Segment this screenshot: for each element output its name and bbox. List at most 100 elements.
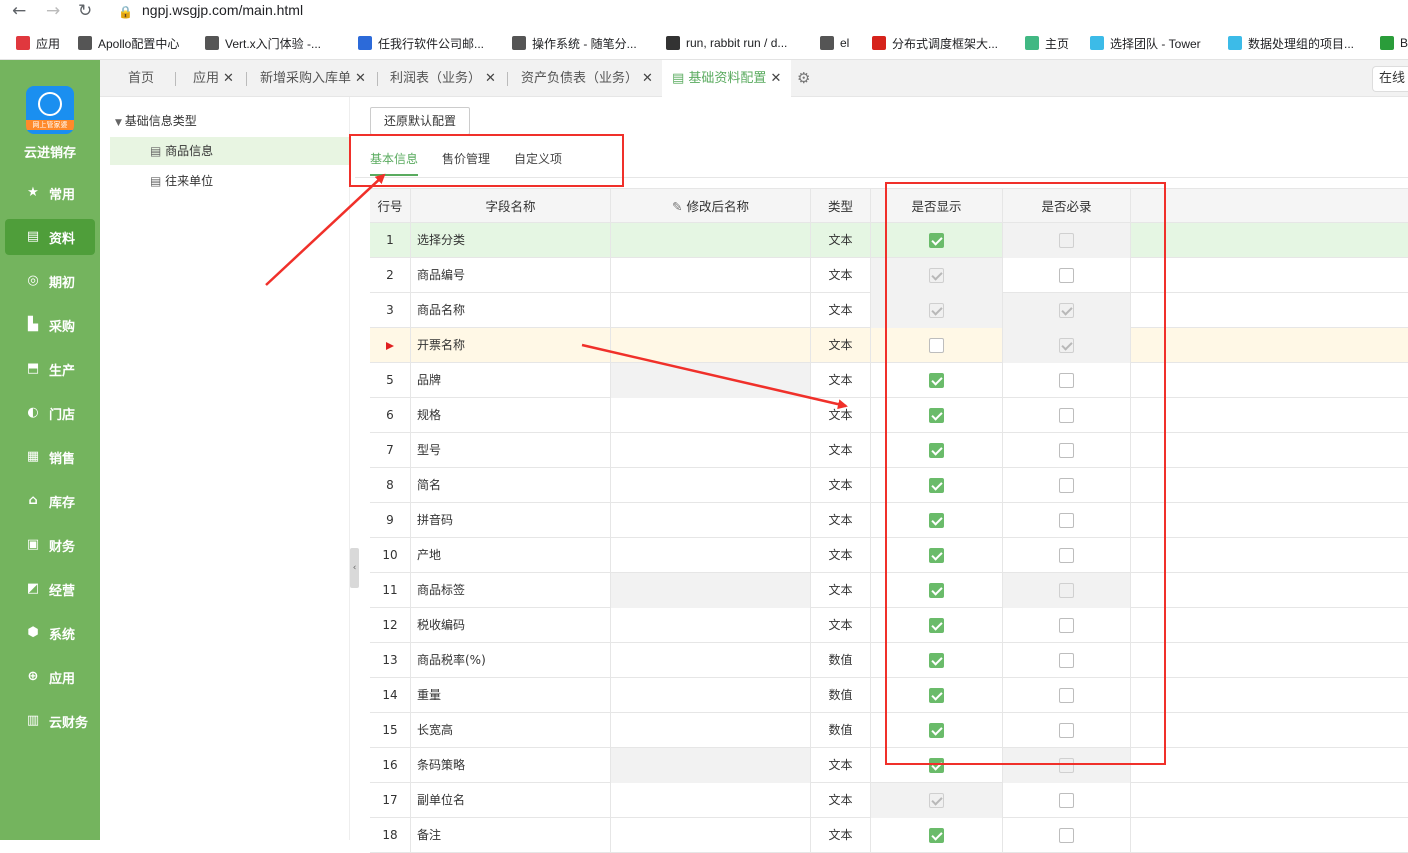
- reload-icon[interactable]: ↻: [78, 1, 92, 21]
- renamed-cell[interactable]: [611, 818, 811, 853]
- tree-item-product-info[interactable]: ▤ 商品信息: [110, 137, 350, 165]
- cube-icon: [38, 92, 62, 116]
- close-icon[interactable]: ✕: [355, 71, 366, 86]
- tab-settings-gear-icon[interactable]: ⚙: [797, 60, 810, 97]
- star-icon: ★: [27, 185, 39, 200]
- sidebar-item-12[interactable]: ▥ 云财务: [5, 703, 95, 739]
- renamed-cell[interactable]: [611, 678, 811, 713]
- sidebar-item-1[interactable]: ▤ 资料: [5, 219, 95, 255]
- app-plus-icon: ⊕: [27, 669, 39, 684]
- row-number: 2: [370, 258, 411, 293]
- field-name-cell: 选择分类: [411, 223, 611, 258]
- sidebar-item-0[interactable]: ★ 常用: [5, 175, 95, 211]
- renamed-cell[interactable]: [611, 643, 811, 678]
- close-icon[interactable]: ✕: [485, 71, 496, 86]
- renamed-cell[interactable]: [611, 293, 811, 328]
- browser-address-bar: ← → ↻ 🔒 ngpj.wsgjp.com/main.html: [0, 0, 1408, 26]
- type-cell: 文本: [811, 258, 871, 293]
- header-type: 类型: [811, 189, 871, 224]
- close-icon[interactable]: ✕: [223, 71, 234, 86]
- tab-document-icon: ▤: [672, 71, 689, 86]
- tab-apps[interactable]: 应用 ✕: [193, 60, 234, 97]
- sidebar-item-6[interactable]: ▦ 销售: [5, 439, 95, 475]
- type-cell: 文本: [811, 608, 871, 643]
- restore-default-button[interactable]: 还原默认配置: [370, 107, 470, 135]
- sidebar-item-4[interactable]: ⬒ 生产: [5, 351, 95, 387]
- checkbox[interactable]: [1059, 793, 1074, 808]
- vue-icon: [1025, 36, 1039, 50]
- renamed-cell[interactable]: [611, 783, 811, 818]
- tab-home[interactable]: 首页: [128, 60, 154, 97]
- bookmark-3[interactable]: 任我行软件公司邮...: [358, 35, 484, 51]
- sidebar-item-7[interactable]: ⌂ 库存: [5, 483, 95, 519]
- sidebar-item-10[interactable]: ⬢ 系统: [5, 615, 95, 651]
- blank-cell: [1131, 363, 1408, 398]
- renamed-cell[interactable]: [611, 573, 811, 608]
- bookmark-1[interactable]: Apollo配置中心: [78, 35, 179, 51]
- sidebar-item-11[interactable]: ⊕ 应用: [5, 659, 95, 695]
- back-arrow-icon[interactable]: ←: [12, 1, 26, 21]
- url-text[interactable]: ngpj.wsgjp.com/main.html: [142, 2, 303, 18]
- close-icon[interactable]: ✕: [770, 71, 781, 86]
- type-cell: 文本: [811, 573, 871, 608]
- bookmark-0[interactable]: 应用: [16, 35, 60, 51]
- bookmark-11[interactable]: B: [1380, 35, 1408, 51]
- renamed-cell[interactable]: [611, 433, 811, 468]
- sidebar-item-label: 库存: [49, 495, 76, 511]
- table-row[interactable]: 18 备注 文本: [370, 818, 1408, 853]
- app-logo: 网上管家婆: [26, 86, 74, 134]
- renamed-cell[interactable]: [611, 363, 811, 398]
- tab-profit[interactable]: 利润表（业务） ✕: [390, 60, 496, 97]
- sidebar-item-2[interactable]: ◎ 期初: [5, 263, 95, 299]
- bookmark-6[interactable]: el: [820, 35, 849, 51]
- renamed-cell[interactable]: [611, 258, 811, 293]
- type-cell: 数值: [811, 678, 871, 713]
- row-number: 15: [370, 713, 411, 748]
- bookmark-2[interactable]: Vert.x入门体验 -...: [205, 35, 321, 51]
- bookmark-5[interactable]: run, rabbit run / d...: [666, 35, 787, 51]
- row-number: 8: [370, 468, 411, 503]
- type-cell: 文本: [811, 503, 871, 538]
- renamed-cell[interactable]: [611, 538, 811, 573]
- tab-divider: [507, 72, 508, 86]
- renamed-cell[interactable]: [611, 748, 811, 783]
- sidebar-item-9[interactable]: ◩ 经营: [5, 571, 95, 607]
- sidebar-item-3[interactable]: ▙ 采购: [5, 307, 95, 343]
- bookmark-10[interactable]: 数据处理组的项目...: [1228, 35, 1354, 51]
- renamed-cell[interactable]: [611, 223, 811, 258]
- renamed-cell[interactable]: [611, 328, 811, 363]
- renamed-cell[interactable]: [611, 398, 811, 433]
- tree-item-partners[interactable]: ▤ 往来单位: [150, 167, 213, 195]
- tab-basic-config[interactable]: ▤ 基础资料配置 ✕: [662, 60, 792, 97]
- renamed-cell[interactable]: [611, 503, 811, 538]
- bookmark-8[interactable]: 主页: [1025, 35, 1069, 51]
- bookmark-label: 分布式调度框架大...: [892, 36, 999, 51]
- field-name-cell: 备注: [411, 818, 611, 853]
- sidebar-item-5[interactable]: ◐ 门店: [5, 395, 95, 431]
- forward-arrow-icon[interactable]: →: [46, 1, 60, 21]
- row-number: 13: [370, 643, 411, 678]
- caret-down-icon[interactable]: ▼: [115, 118, 125, 128]
- field-name-cell: 开票名称: [411, 328, 611, 363]
- row-number: 9: [370, 503, 411, 538]
- tab-new-purchase[interactable]: 新增采购入库单 ✕: [260, 60, 366, 97]
- checkbox[interactable]: [929, 828, 944, 843]
- collapse-handle-icon[interactable]: ‹: [350, 548, 359, 588]
- online-button[interactable]: 在线: [1372, 66, 1408, 92]
- bookmark-9[interactable]: 选择团队 - Tower: [1090, 35, 1201, 51]
- bookmark-4[interactable]: 操作系统 - 随笔分...: [512, 35, 637, 51]
- renamed-cell[interactable]: [611, 608, 811, 643]
- blank-cell: [1131, 608, 1408, 643]
- finance-icon: ▣: [26, 537, 40, 552]
- tab-balance-sheet[interactable]: 资产负债表（业务） ✕: [521, 60, 653, 97]
- table-row[interactable]: 17 副单位名 文本: [370, 783, 1408, 818]
- tree-root[interactable]: ▼ 基础信息类型: [115, 107, 197, 135]
- bookmark-7[interactable]: 分布式调度框架大...: [872, 35, 998, 51]
- close-icon[interactable]: ✕: [642, 71, 653, 86]
- checkbox[interactable]: [1059, 828, 1074, 843]
- sidebar-item-8[interactable]: ▣ 财务: [5, 527, 95, 563]
- show-cell: [871, 818, 1003, 853]
- row-number: 1: [370, 223, 411, 258]
- renamed-cell[interactable]: [611, 468, 811, 503]
- renamed-cell[interactable]: [611, 713, 811, 748]
